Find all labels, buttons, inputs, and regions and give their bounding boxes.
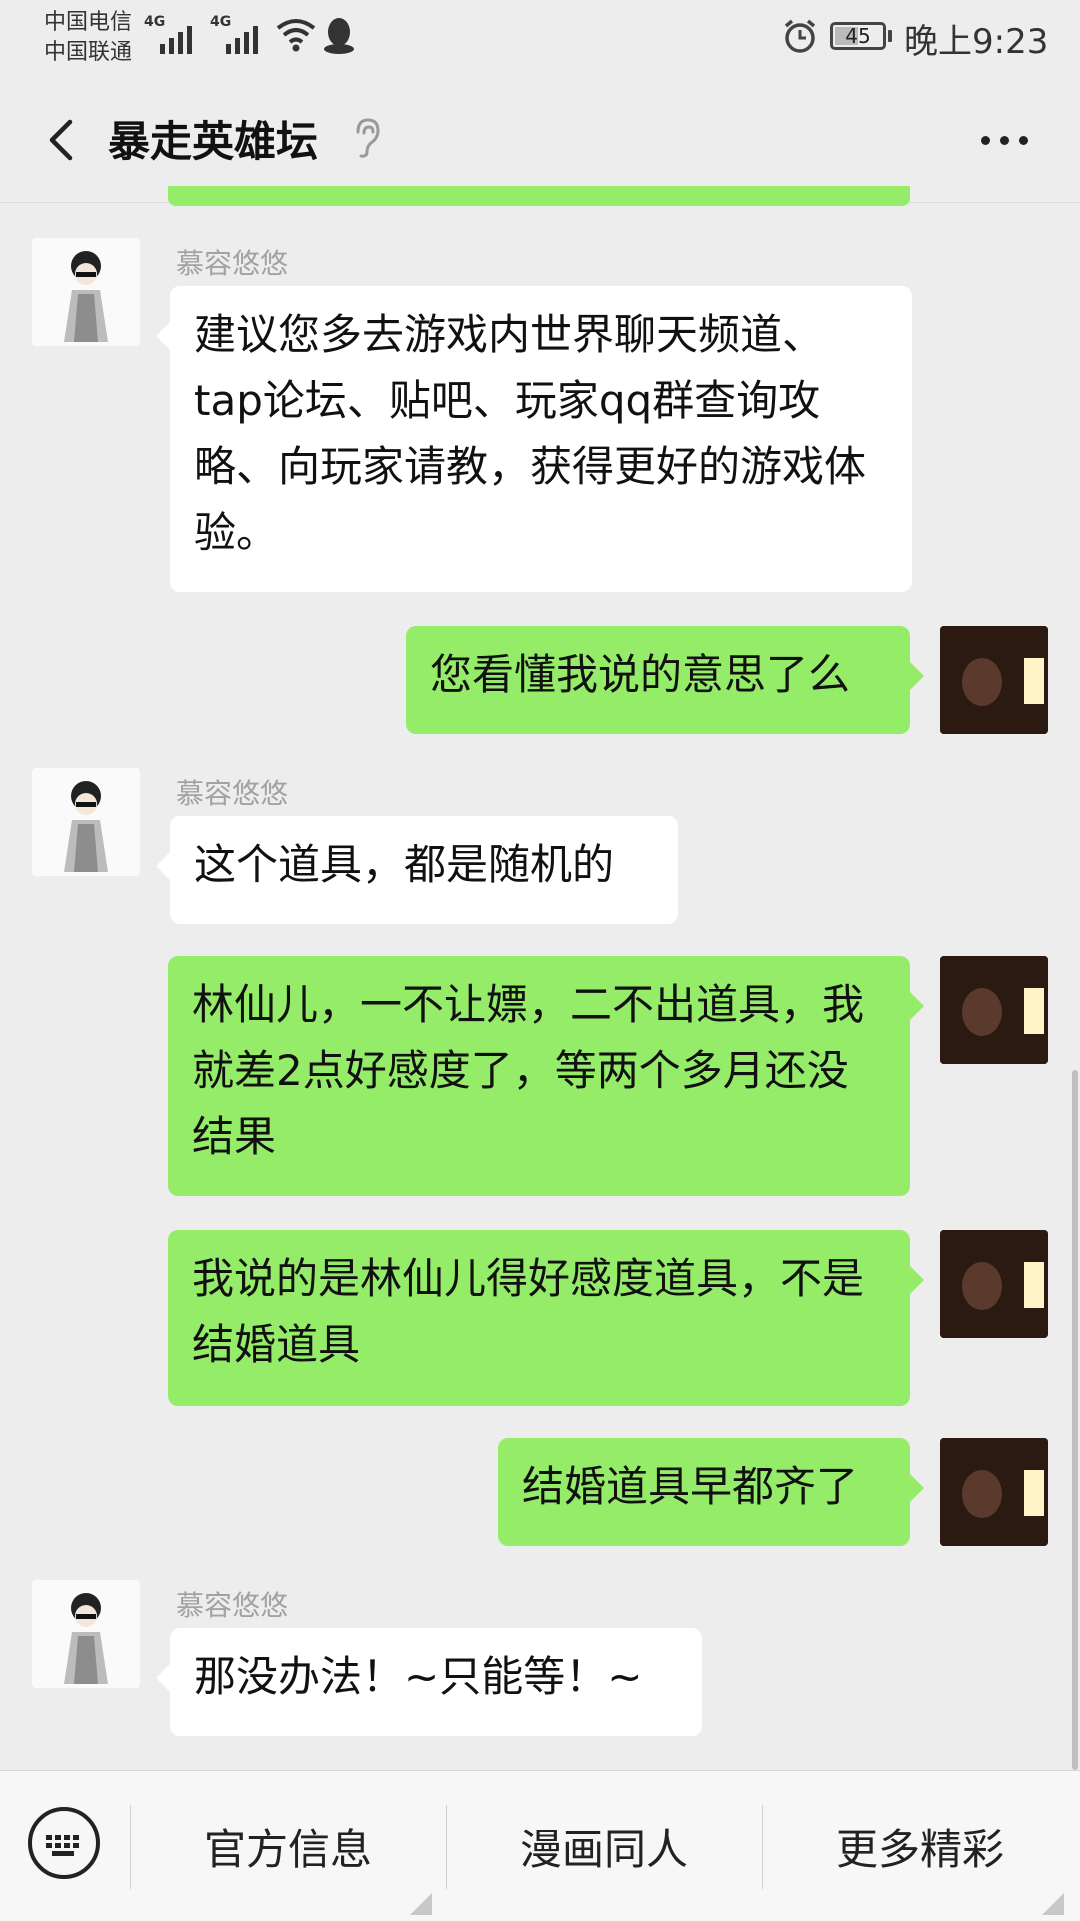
message-bubble[interactable]: 结婚道具早都齐了 (498, 1438, 924, 1546)
carrier-info: 中国电信 中国联通 (44, 8, 132, 68)
signal-icon: 4G (210, 14, 258, 54)
message-bubble[interactable]: 您看懂我说的意思了么 (406, 626, 924, 734)
ear-icon (356, 118, 380, 158)
carrier-2: 中国联通 (44, 40, 133, 65)
avatar[interactable] (940, 1230, 1048, 1338)
keyboard-icon[interactable] (28, 1807, 100, 1879)
avatar[interactable] (32, 238, 140, 346)
status-bar: 中国电信 中国联通 4G 4G 45 晚上9:23 (0, 0, 1080, 80)
previous-message-bubble (168, 186, 910, 206)
sender-name: 慕容悠悠 (176, 247, 289, 280)
wifi-icon (276, 19, 316, 52)
menu-item-label: 官方信息 (203, 1824, 372, 1874)
battery-icon: 45 (830, 22, 886, 50)
message-bubble[interactable]: 那没办法！~只能等！~ (156, 1628, 702, 1736)
message-bubble[interactable]: 建议您多去游戏内世界聊天频道、tap论坛、贴吧、玩家qq群查询攻略、向玩家请教，… (156, 286, 912, 592)
avatar[interactable] (32, 1580, 140, 1688)
sender-name: 慕容悠悠 (176, 777, 289, 810)
message-bubble[interactable]: 我说的是林仙儿得好感度道具，不是结婚道具 (168, 1230, 924, 1406)
network-type-2: 4G (210, 14, 232, 30)
battery-tip (888, 30, 892, 42)
qq-icon (324, 18, 354, 54)
network-type-1: 4G (144, 14, 166, 30)
avatar[interactable] (32, 768, 140, 876)
chat-header: 暴走英雄坛 (0, 80, 1080, 203)
carrier-1: 中国电信 (44, 10, 133, 35)
message-bubble[interactable]: 这个道具，都是随机的 (156, 816, 678, 924)
bottom-menu-bar: 官方信息 漫画同人 更多精彩 (0, 1770, 1080, 1921)
menu-item-official-info[interactable]: 官方信息 (130, 1771, 446, 1921)
submenu-indicator-icon (1042, 1893, 1064, 1915)
sender-name: 慕容悠悠 (176, 1589, 289, 1622)
menu-item-more[interactable]: 更多精彩 (762, 1771, 1078, 1921)
chat-title: 暴走英雄坛 (108, 117, 319, 166)
avatar[interactable] (940, 956, 1048, 1064)
scrollbar[interactable] (1072, 1070, 1078, 1770)
avatar[interactable] (940, 1438, 1048, 1546)
clock: 晚上9:23 (904, 22, 1049, 62)
menu-item-label: 漫画同人 (519, 1824, 688, 1874)
signal-icon: 4G (144, 14, 192, 54)
submenu-indicator-icon (410, 1893, 432, 1915)
avatar[interactable] (940, 626, 1048, 734)
menu-item-comics[interactable]: 漫画同人 (446, 1771, 762, 1921)
more-dots-icon[interactable] (972, 112, 1036, 168)
battery-level: 45 (845, 24, 871, 48)
message-bubble[interactable]: 林仙儿，一不让嫖，二不出道具，我就差2点好感度了，等两个多月还没结果 (168, 956, 924, 1196)
chevron-left-icon[interactable] (36, 110, 96, 170)
alarm-icon (784, 19, 816, 53)
menu-item-label: 更多精彩 (835, 1824, 1004, 1874)
